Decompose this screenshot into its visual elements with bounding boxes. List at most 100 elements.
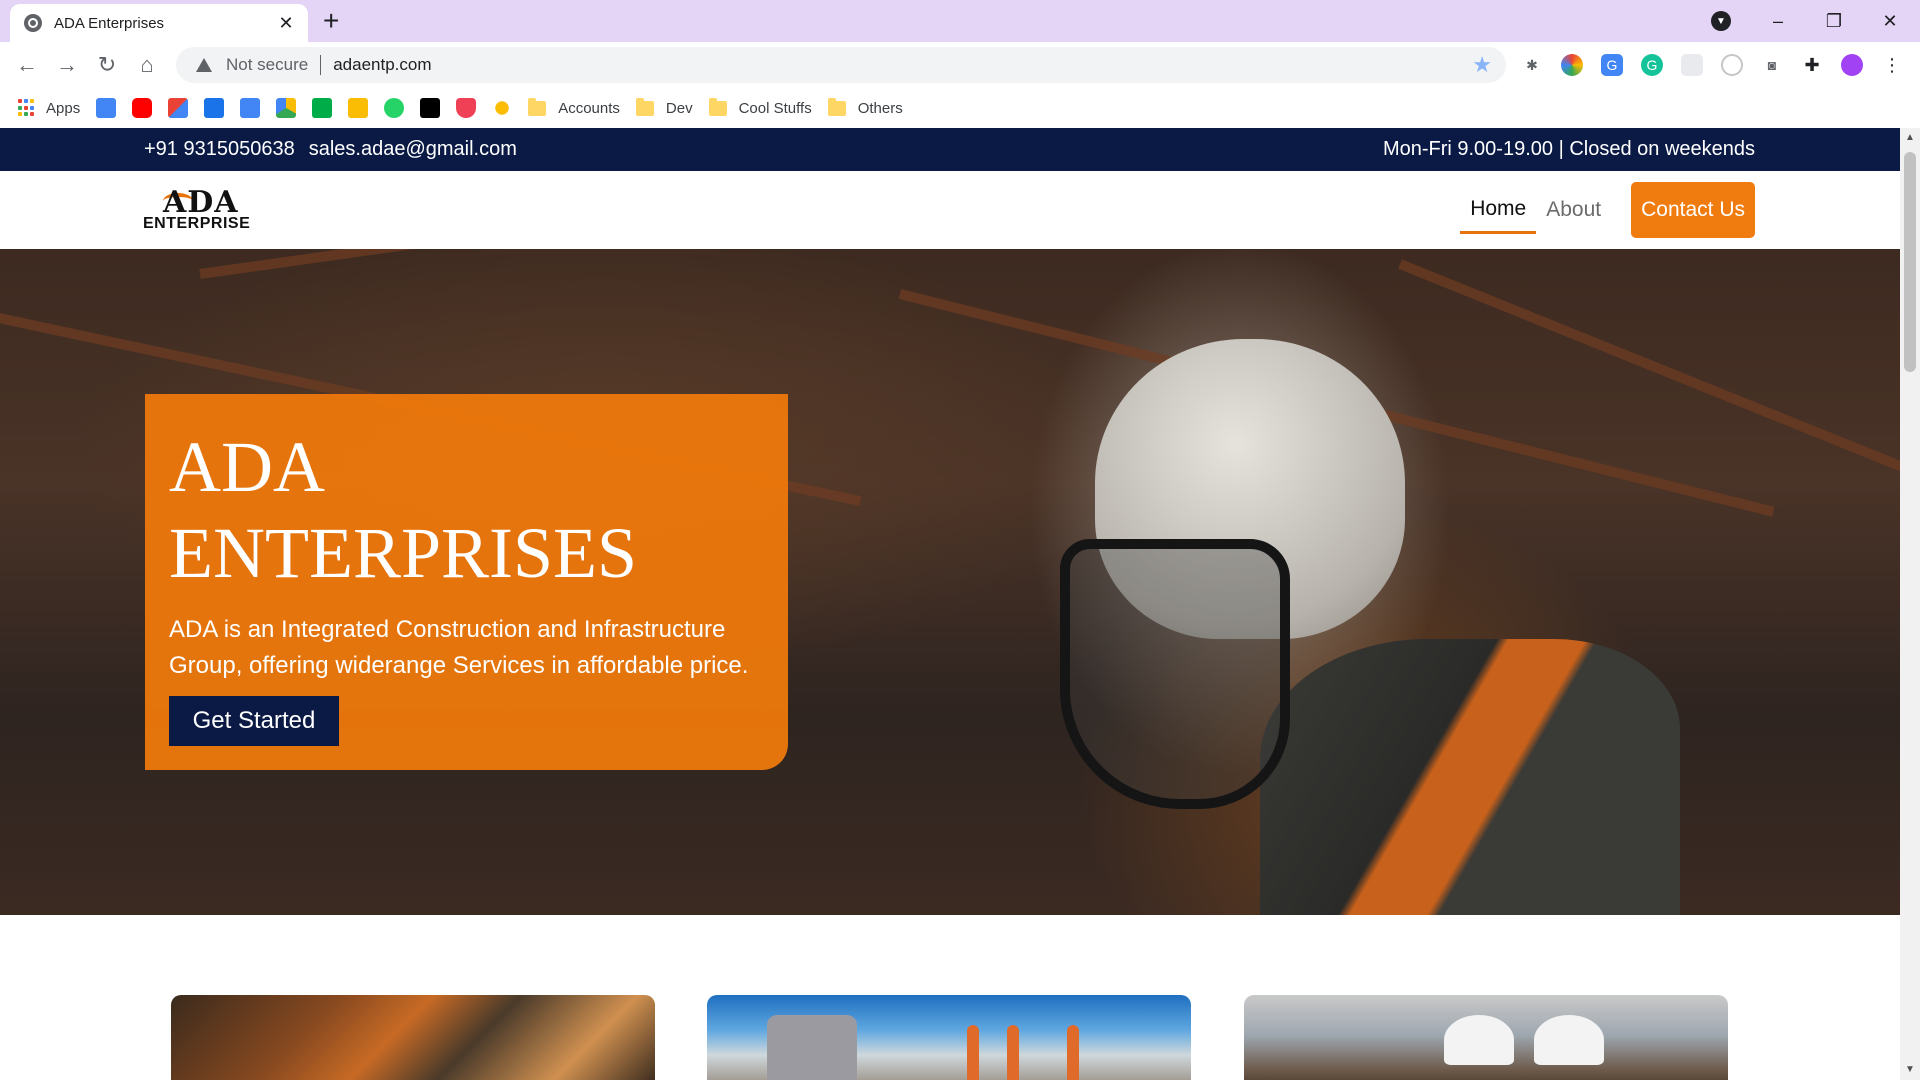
bookmark-keep[interactable] (348, 98, 369, 118)
bookmark-drive[interactable] (276, 98, 297, 118)
hero-subtitle: ADA is an Integrated Construction and In… (169, 616, 749, 679)
nav-home[interactable]: Home (1460, 187, 1537, 234)
youtube-icon (132, 98, 153, 118)
bug-extension-icon[interactable]: ✱ (1521, 54, 1543, 76)
scroll-up-icon[interactable]: ▲ (1904, 132, 1916, 144)
reload-icon[interactable]: ↻ (92, 50, 122, 80)
nav-about[interactable]: About (1536, 188, 1611, 232)
site-logo[interactable]: ADA ENTERPRISE (143, 185, 261, 235)
bookmark-youtube[interactable] (132, 98, 153, 118)
bookmark-folder-dev[interactable]: Dev (635, 97, 693, 117)
folder-label: Others (857, 99, 903, 117)
hero-bg-beam (1398, 259, 1900, 494)
folder-icon (528, 97, 547, 116)
scroll-down-icon[interactable]: ▼ (1904, 1064, 1916, 1076)
whatsapp-icon (384, 98, 405, 118)
tab-strip: ADA Enterprises ✕ + ▼ – ❐ ✕ (0, 0, 1920, 42)
keep-icon (348, 98, 369, 118)
new-tab-button[interactable]: + (323, 4, 339, 38)
bookmark-weather[interactable] (492, 98, 513, 118)
pipe-shape (967, 1025, 979, 1080)
bookmark-folder-accounts[interactable]: Accounts (528, 97, 620, 117)
gmail-icon (168, 98, 189, 118)
translate-extension-icon[interactable]: G (1601, 54, 1623, 76)
folder-label: Dev (665, 99, 693, 117)
email-address[interactable]: sales.adae@gmail.com (309, 138, 517, 161)
weather-icon (492, 98, 513, 118)
bookmark-folder-others[interactable]: Others (827, 97, 903, 117)
bookmark-star-icon[interactable]: ★ (1472, 52, 1492, 78)
back-icon[interactable]: ← (12, 50, 42, 80)
hero-bg-beam (199, 249, 1290, 279)
folder-icon (708, 97, 727, 116)
bookmark-meet[interactable] (312, 98, 333, 118)
medium-icon (420, 98, 441, 118)
folder-icon (635, 97, 654, 116)
menu-dots-icon[interactable]: ⋮ (1881, 54, 1903, 76)
bookmarks-bar: Apps Accounts Dev Cool Stuffs Others (0, 88, 1920, 128)
google-calendar-icon (204, 98, 225, 118)
blank-extension-icon[interactable] (1681, 54, 1703, 76)
pipe-shape (1067, 1025, 1079, 1080)
grammarly-extension-icon[interactable]: G (1641, 54, 1663, 76)
browser-tab[interactable]: ADA Enterprises ✕ (10, 4, 308, 42)
hero-card: ADA ENTERPRISES ADA is an Integrated Con… (145, 394, 788, 770)
bookmark-calendar[interactable] (204, 98, 225, 118)
warning-icon[interactable] (196, 58, 212, 72)
get-started-button[interactable]: Get Started (169, 696, 339, 746)
page-viewport: +91 9315050638 sales.adae@gmail.com Mon-… (0, 128, 1920, 1080)
url-separator (320, 55, 322, 75)
bookmark-pocket[interactable] (456, 98, 477, 118)
folder-icon (827, 97, 846, 116)
hero-title-line1: ADA (169, 427, 325, 507)
color-picker-extension-icon[interactable] (1561, 54, 1583, 76)
services-section (0, 915, 1900, 1080)
bookmark-docs[interactable] (240, 98, 261, 118)
close-window-button[interactable]: ✕ (1862, 0, 1918, 42)
hero-title-line2: ENTERPRISES (169, 513, 638, 593)
hero-worker-vest (1260, 639, 1680, 915)
url-text[interactable]: adaentp.com (333, 55, 1472, 75)
bookmark-medium[interactable] (420, 98, 441, 118)
service-card-image[interactable] (707, 995, 1191, 1080)
bookmark-folder-cool-stuffs[interactable]: Cool Stuffs (708, 97, 812, 117)
business-hours: Mon-Fri 9.00-19.00 | Closed on weekends (1382, 138, 1755, 160)
page-scrollbar[interactable]: ▲ ▼ (1900, 128, 1920, 1080)
scroll-thumb[interactable] (1904, 152, 1916, 372)
phone-number[interactable]: +91 9315050638 (144, 138, 295, 161)
hero-banner: ADA ENTERPRISES ADA is an Integrated Con… (0, 249, 1900, 915)
service-card-image[interactable] (1244, 995, 1728, 1080)
home-icon[interactable]: ⌂ (132, 50, 162, 80)
pocket-icon (456, 98, 477, 118)
hero-worker-visor (1060, 539, 1290, 809)
apps-grid-icon (18, 99, 36, 117)
address-bar[interactable]: Not secure adaentp.com ★ (176, 47, 1506, 83)
security-label[interactable]: Not secure (226, 55, 308, 75)
bookmark-apps-label: Apps (46, 99, 81, 117)
tab-search-icon[interactable]: ▼ (1711, 11, 1731, 31)
pipe-shape (1007, 1025, 1019, 1080)
tab-title: ADA Enterprises (54, 14, 165, 32)
bookmark-apps[interactable]: Apps (18, 99, 80, 117)
extensions-puzzle-icon[interactable]: ✚ (1801, 54, 1823, 76)
minimize-button[interactable]: – (1750, 0, 1806, 42)
camera-extension-icon[interactable]: ◙ (1761, 54, 1783, 76)
calendar-g-icon (96, 98, 117, 118)
main-nav: Home About Contact Us (1460, 182, 1755, 238)
contact-us-button[interactable]: Contact Us (1631, 182, 1755, 238)
folder-label: Accounts (558, 99, 620, 117)
restore-button[interactable]: ❐ (1806, 0, 1862, 42)
folder-label: Cool Stuffs (738, 99, 812, 117)
forward-icon[interactable]: → (52, 50, 82, 80)
hero-title: ADA ENTERPRISES (169, 424, 764, 596)
service-card-image[interactable] (171, 995, 655, 1080)
timer-extension-icon[interactable] (1721, 54, 1743, 76)
bookmark-calendar-g[interactable] (96, 98, 117, 118)
bookmark-gmail[interactable] (168, 98, 189, 118)
profile-avatar[interactable] (1841, 54, 1863, 76)
tab-close-icon[interactable]: ✕ (276, 13, 296, 34)
google-docs-icon (240, 98, 261, 118)
contact-topbar: +91 9315050638 sales.adae@gmail.com Mon-… (0, 128, 1900, 171)
browser-toolbar: ← → ↻ ⌂ Not secure adaentp.com ★ ✱ G G ◙… (0, 42, 1920, 88)
bookmark-whatsapp[interactable] (384, 98, 405, 118)
